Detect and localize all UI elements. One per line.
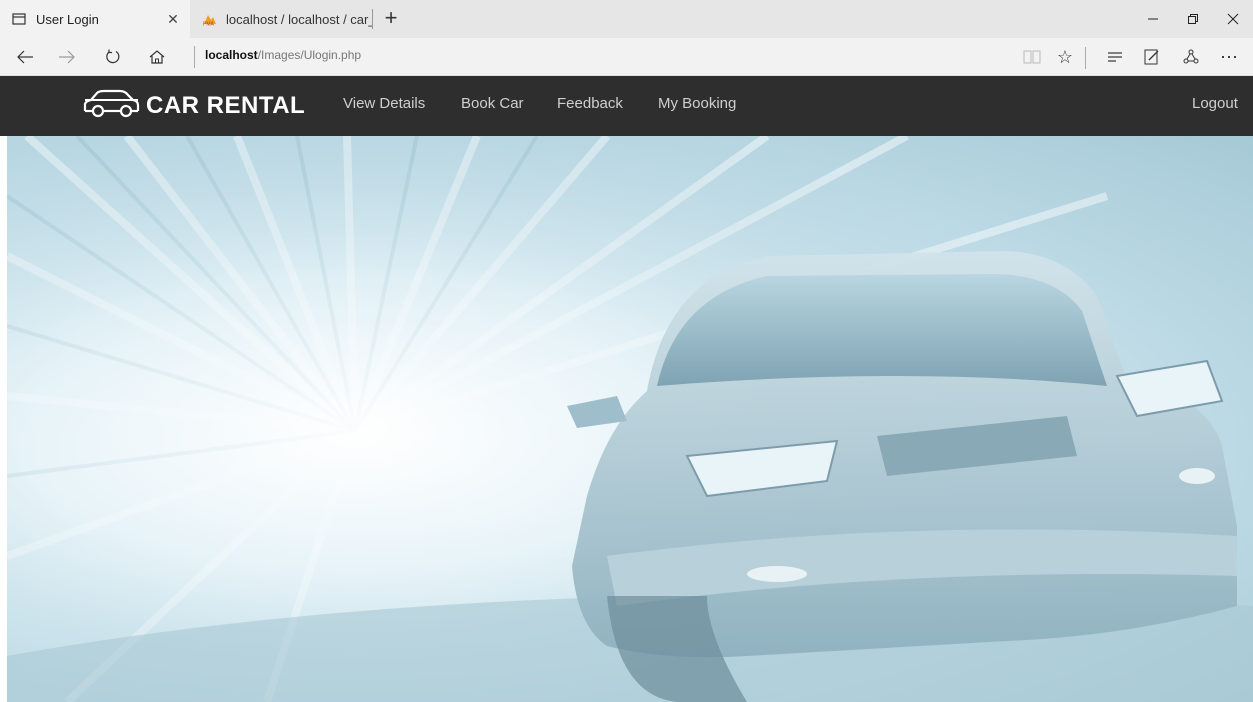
address-path: /Images/Ulogin.php xyxy=(257,48,362,62)
nav-view-details[interactable]: View Details xyxy=(343,95,425,112)
new-tab-button[interactable]: + xyxy=(378,4,404,32)
svg-text:PMA: PMA xyxy=(203,22,215,27)
browser-toolbar: localhost/Images/Ulogin.php ☆ ⋯ xyxy=(0,38,1253,76)
address-separator xyxy=(194,46,195,68)
minimize-button[interactable] xyxy=(1133,0,1173,38)
brand-name: CAR RENTAL xyxy=(146,92,306,119)
nav-book-car[interactable]: Book Car xyxy=(461,95,524,112)
tab-separator xyxy=(372,9,373,29)
browser-tab-strip: User Login ✕ PMA localhost / localhost /… xyxy=(0,0,1253,38)
toolbar-separator xyxy=(1085,47,1086,69)
nav-feedback[interactable]: Feedback xyxy=(557,95,623,112)
more-options-icon[interactable]: ⋯ xyxy=(1212,42,1246,72)
nav-logout[interactable]: Logout xyxy=(1192,95,1238,112)
hero-background-image xyxy=(7,136,1253,702)
close-window-button[interactable] xyxy=(1213,0,1253,38)
page-icon xyxy=(12,12,26,26)
restore-button[interactable] xyxy=(1173,0,1213,38)
tab-user-login[interactable]: User Login ✕ xyxy=(0,0,190,38)
share-icon[interactable] xyxy=(1174,42,1208,72)
hub-icon[interactable] xyxy=(1098,42,1132,72)
site-header: CAR RENTAL View Details Book Car Feedbac… xyxy=(0,76,1253,136)
home-button[interactable] xyxy=(140,42,174,72)
tab-label: localhost / localhost / car_re xyxy=(226,11,372,27)
tab-close-icon[interactable]: ✕ xyxy=(166,11,180,28)
tab-phpmyadmin[interactable]: PMA localhost / localhost / car_re xyxy=(190,0,372,38)
nav-my-booking[interactable]: My Booking xyxy=(658,95,736,112)
address-host: localhost xyxy=(205,48,258,62)
reading-view-icon[interactable] xyxy=(1015,42,1049,72)
phpmyadmin-icon: PMA xyxy=(202,12,216,28)
tab-label: User Login xyxy=(36,11,99,27)
favorite-star-icon[interactable]: ☆ xyxy=(1048,42,1082,72)
car-tunnel-illustration xyxy=(7,136,1253,702)
web-note-icon[interactable] xyxy=(1135,42,1169,72)
forward-button[interactable] xyxy=(50,42,84,72)
refresh-button[interactable] xyxy=(96,42,130,72)
car-logo-icon xyxy=(82,89,140,124)
back-button[interactable] xyxy=(8,42,42,72)
address-bar[interactable]: localhost/Images/Ulogin.php xyxy=(205,48,361,62)
logo[interactable]: CAR RENTAL xyxy=(82,88,305,124)
